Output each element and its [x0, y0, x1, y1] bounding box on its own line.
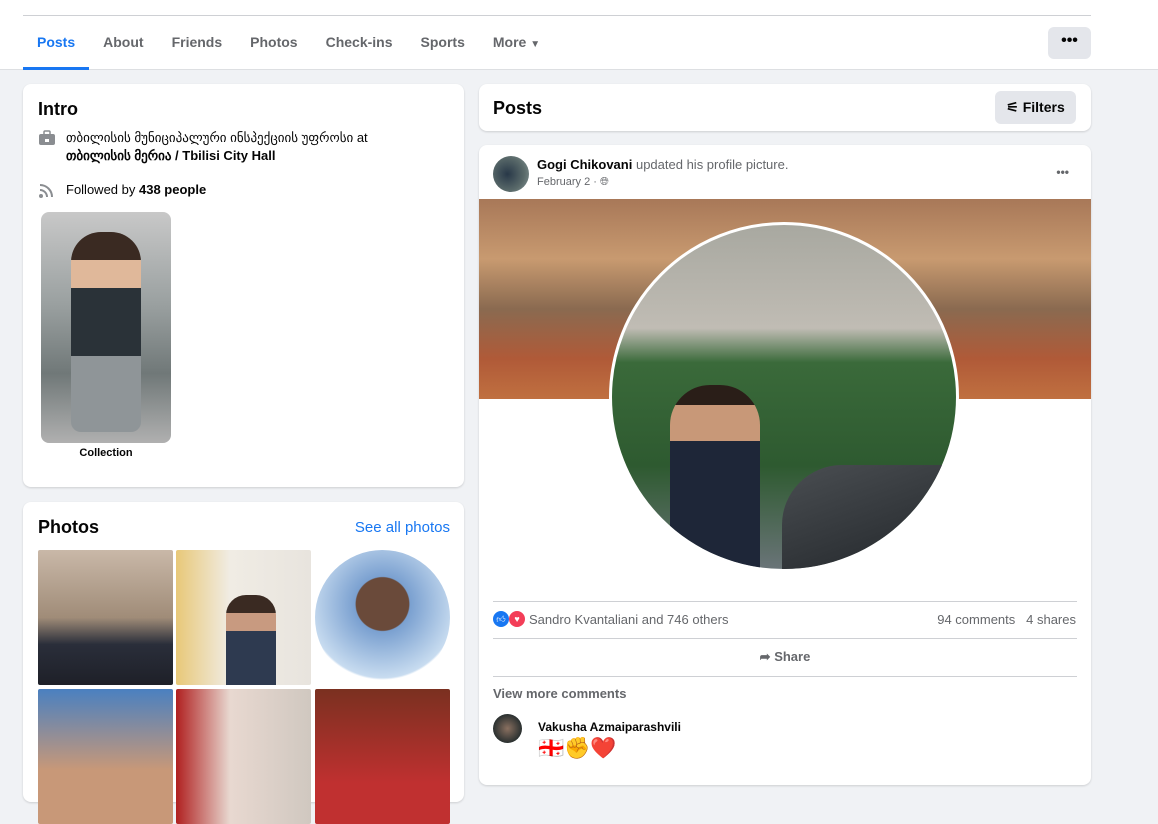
see-all-photos-link[interactable]: See all photos — [355, 519, 450, 536]
author-avatar[interactable] — [493, 156, 529, 192]
share-label: Share — [774, 649, 811, 664]
rss-icon — [38, 181, 56, 199]
commenter-avatar[interactable] — [493, 714, 522, 743]
work-place-link[interactable]: თბილისის მერია / Tbilisi City Hall — [66, 147, 368, 165]
shares-count[interactable]: 4 shares — [1026, 612, 1076, 627]
photo-thumbnail[interactable] — [38, 550, 173, 685]
share-icon: ➦ — [759, 649, 771, 664]
tab-photos[interactable]: Photos — [236, 26, 311, 70]
photo-thumbnail[interactable] — [176, 550, 311, 685]
followed-by-label: Followed by — [66, 182, 136, 197]
photos-title: Photos — [38, 517, 99, 537]
like-reaction-icon: 👍︎ — [493, 611, 509, 627]
caret-down-icon: ▼ — [530, 39, 541, 50]
divider — [23, 15, 1091, 16]
tab-more[interactable]: More ▼ — [479, 26, 554, 70]
profile-tabs-bar: Posts About Friends Photos Check-ins Spo… — [0, 0, 1158, 70]
intro-card: Intro თბილისის მუნიციპალური ინსპექციის უ… — [23, 84, 464, 487]
tab-friends[interactable]: Friends — [158, 26, 237, 70]
sliders-icon: ⚟ — [1006, 99, 1019, 115]
photo-thumbnail[interactable] — [315, 550, 450, 685]
share-button[interactable]: ➦ Share — [493, 642, 1077, 672]
filters-button[interactable]: ⚟ Filters — [995, 91, 1076, 124]
posts-title: Posts — [493, 98, 543, 118]
reactions-summary[interactable]: Sandro Kvantaliani and 746 others — [529, 612, 728, 627]
intro-title: Intro — [38, 99, 78, 119]
divider — [493, 601, 1077, 602]
post-menu-button[interactable]: ••• — [1056, 165, 1069, 179]
collection-photo — [71, 232, 141, 432]
collection-label: Collection — [79, 447, 133, 459]
post-date-link[interactable]: February 2 · — [537, 176, 597, 188]
view-more-comments-link[interactable]: View more comments — [493, 686, 626, 701]
tab-about[interactable]: About — [89, 26, 157, 70]
tab-check-ins[interactable]: Check-ins — [312, 26, 407, 70]
photo-thumbnail[interactable] — [38, 689, 173, 824]
briefcase-icon — [38, 129, 56, 147]
comment-text: 🇬🇪✊❤️ — [538, 737, 617, 760]
photos-card: Photos See all photos — [23, 502, 464, 824]
posts-header-card: Posts ⚟ Filters — [479, 84, 1091, 131]
profile-picture[interactable] — [609, 222, 959, 572]
divider — [493, 676, 1077, 677]
tab-posts[interactable]: Posts — [23, 26, 90, 70]
divider — [493, 638, 1077, 639]
love-reaction-icon: ♥ — [509, 611, 525, 627]
photo-thumbnail[interactable] — [176, 689, 311, 824]
filters-label: Filters — [1022, 99, 1065, 115]
more-options-button[interactable]: ••• — [1048, 27, 1091, 59]
tab-more-label: More — [492, 34, 527, 50]
comments-count[interactable]: 94 comments — [937, 612, 1015, 627]
post-card: Gogi Chikovani updated his profile pictu… — [479, 145, 1091, 785]
photo-thumbnail[interactable] — [315, 689, 450, 824]
tab-sports[interactable]: Sports — [407, 26, 479, 70]
globe-icon: 🌐︎ — [599, 176, 609, 188]
post-author-link[interactable]: Gogi Chikovani — [537, 157, 632, 172]
comment-author-link[interactable]: Vakusha Azmaiparashvili — [538, 720, 681, 734]
work-title: თბილისის მუნიციპალური ინსპექციის უფროსი … — [66, 130, 368, 145]
followers-count[interactable]: 438 people — [139, 182, 206, 197]
post-action: updated his profile picture. — [635, 157, 789, 172]
featured-collection[interactable] — [41, 212, 171, 443]
